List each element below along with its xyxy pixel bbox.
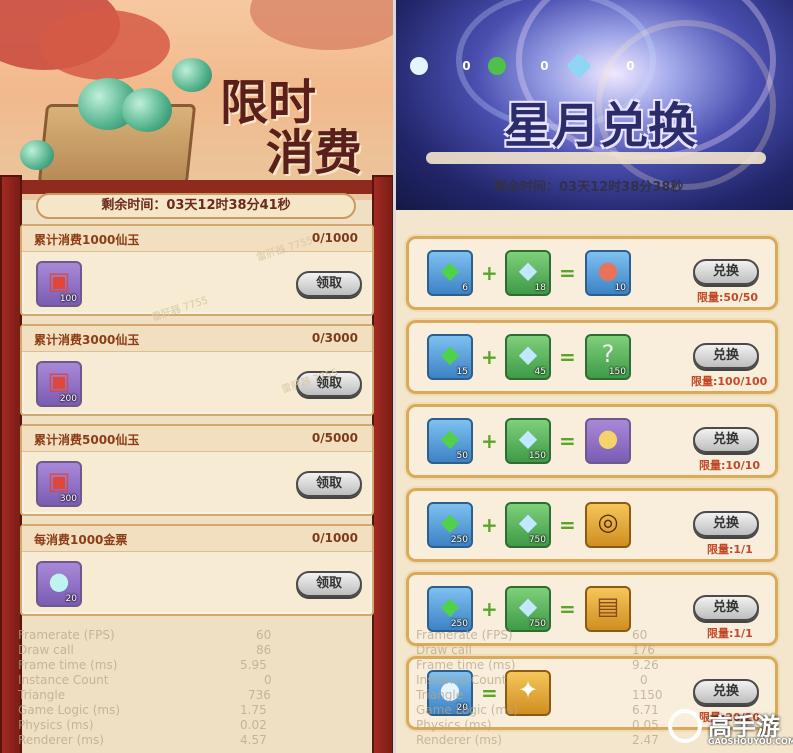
- green-gem-cost[interactable]: ◆ 250: [427, 586, 473, 632]
- exchange-button[interactable]: 兑换: [693, 343, 759, 369]
- green-gem-cost[interactable]: ◆ 15: [427, 334, 473, 380]
- limit-text: 限量:1/1: [707, 543, 753, 556]
- exchange-button[interactable]: 兑换: [693, 595, 759, 621]
- blue-crystal-cost[interactable]: ◆ 750: [505, 502, 551, 548]
- blue-crystal-cost[interactable]: ◆ 18: [505, 250, 551, 296]
- claim-button[interactable]: 领取: [296, 471, 362, 497]
- reward-item[interactable]: ● 10: [585, 250, 631, 296]
- currency-2: 0: [488, 57, 549, 77]
- reward-item[interactable]: ▤: [585, 586, 631, 632]
- task-name: 累计消费3000仙玉: [34, 333, 140, 347]
- task-progress: 0/3000: [311, 331, 358, 345]
- task-name: 累计消费5000仙玉: [34, 433, 140, 447]
- limit-text: 限量:100/100: [691, 375, 768, 388]
- right-pillar: [372, 175, 393, 753]
- site-logo: 高手游 GAOSHOUYOU.COM: [666, 705, 793, 751]
- blue-crystal-icon: ◆: [518, 256, 538, 284]
- orb-icon: ●: [48, 567, 70, 595]
- task-progress: 0/1000: [311, 231, 358, 245]
- exchange-row: ◆ 6 + ◆ 18 = ● 10 兑换 限量:50/50: [406, 236, 778, 310]
- claim-button[interactable]: 领取: [296, 271, 362, 297]
- snake-emblem-icon: ◎: [597, 508, 619, 536]
- green-gem-cost[interactable]: ◆ 6: [427, 250, 473, 296]
- event-banner: 限时 消费: [0, 0, 393, 200]
- green-gem-cost[interactable]: ◆ 250: [427, 502, 473, 548]
- green-gem-icon: [488, 57, 506, 75]
- banner-title-line2: 消费: [266, 125, 363, 181]
- treasure-chest-icon: ▤: [596, 592, 620, 620]
- star-moon-exchange-panel: 0 0 0 星月兑换 剩余时间：03天12时38分38秒 ◆ 6 + ◆ 18 = …: [396, 0, 793, 753]
- claim-button[interactable]: 领取: [296, 571, 362, 597]
- task-card: 每消费1000金票 0/1000 ● 20 领取: [20, 524, 374, 616]
- green-gem-icon: ◆: [440, 592, 460, 620]
- banner-title-line1: 限时: [220, 75, 317, 131]
- peach-icon: ●: [597, 256, 619, 284]
- blue-crystal-cost[interactable]: ◆ 750: [505, 586, 551, 632]
- gift-box-icon: ▣: [47, 467, 71, 495]
- exchange-title: 星月兑换: [503, 98, 696, 154]
- blue-crystal-icon: ◆: [518, 340, 538, 368]
- green-gem-icon: ◆: [440, 424, 460, 452]
- task-progress: 0/5000: [311, 431, 358, 445]
- green-gem-icon: ◆: [440, 340, 460, 368]
- task-name: 累计消费1000仙玉: [34, 233, 140, 247]
- limit-text: 限量:1/1: [707, 627, 753, 640]
- exchange-button[interactable]: 兑换: [693, 427, 759, 453]
- gift-box-icon: ▣: [47, 267, 71, 295]
- limit-text: 限量:50/50: [697, 291, 759, 304]
- exchange-button[interactable]: 兑换: [693, 511, 759, 537]
- remaining-time: 剩余时间：03天12时38分38秒: [494, 180, 684, 195]
- reward-item[interactable]: ◎: [585, 502, 631, 548]
- blue-crystal-cost[interactable]: ◆ 150: [505, 418, 551, 464]
- gift-box-icon: ▣: [47, 367, 71, 395]
- limited-consumption-panel: 限时 消费 剩余时间：03天12时38分41秒 累计消费1000仙玉 0/100…: [0, 0, 393, 753]
- money-bag-icon: ●: [597, 424, 619, 452]
- blue-crystal-cost[interactable]: ◆ 45: [505, 334, 551, 380]
- exchange-button[interactable]: 兑换: [693, 259, 759, 285]
- mystery-scroll-icon: ?: [601, 340, 615, 368]
- green-gem-icon: ◆: [440, 508, 460, 536]
- blue-crystal-icon: ◆: [518, 508, 538, 536]
- reward-item[interactable]: ▣ 100: [36, 261, 82, 307]
- exchange-row: ◆ 50 + ◆ 150 = ● 兑换 限量:10/10: [406, 404, 778, 478]
- reward-item[interactable]: ? 150: [585, 334, 631, 380]
- reward-item[interactable]: ▣ 300: [36, 461, 82, 507]
- limit-text: 限量:10/10: [699, 459, 761, 472]
- task-name: 每消费1000金票: [34, 533, 128, 547]
- remaining-time: 剩余时间：03天12时38分41秒: [36, 193, 356, 219]
- exchange-button[interactable]: 兑换: [693, 679, 759, 705]
- blue-crystal-icon: [566, 53, 592, 79]
- green-gem-icon: ◆: [440, 256, 460, 284]
- moon-orb-icon: [410, 57, 428, 75]
- scroll-icon: ✦: [517, 676, 539, 704]
- task-progress: 0/1000: [311, 531, 358, 545]
- exchange-row: ◆ 15 + ◆ 45 = ? 150 兑换 限量:100/100: [406, 320, 778, 394]
- exchange-row: ◆ 250 + ◆ 750 = ◎ 兑换 限量:1/1: [406, 488, 778, 562]
- logo-g-icon: [668, 709, 702, 743]
- reward-item[interactable]: ● 20: [36, 561, 82, 607]
- green-gem-cost[interactable]: ◆ 50: [427, 418, 473, 464]
- currency-3: 0: [566, 53, 635, 79]
- blue-crystal-icon: ◆: [518, 592, 538, 620]
- reward-item[interactable]: ▣ 200: [36, 361, 82, 407]
- currency-1: 0: [410, 57, 471, 77]
- blue-crystal-icon: ◆: [518, 424, 538, 452]
- task-card: 累计消费5000仙玉 0/5000 ▣ 300 领取: [20, 424, 374, 516]
- reward-item[interactable]: ●: [585, 418, 631, 464]
